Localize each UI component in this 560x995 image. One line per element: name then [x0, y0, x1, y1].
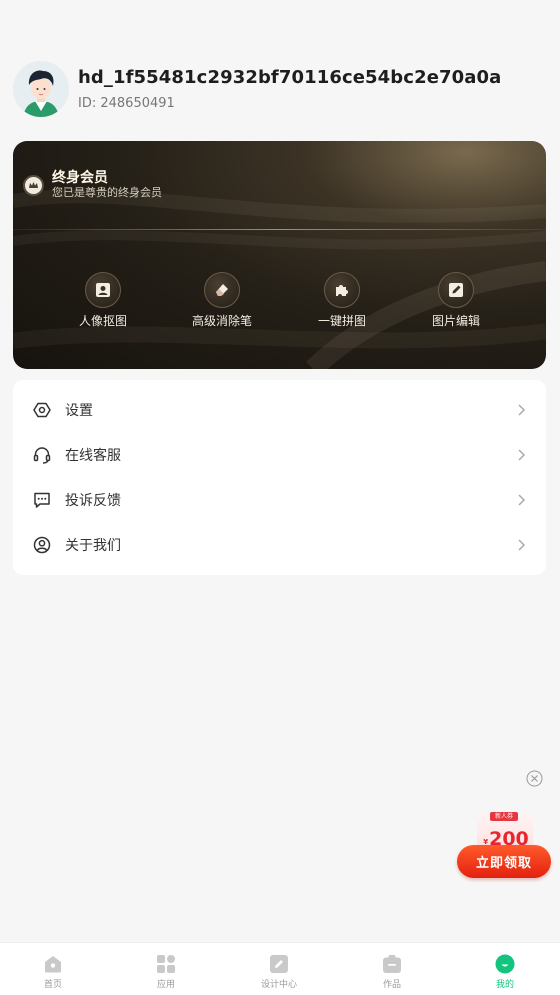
new-user-coupon[interactable]: 新人券 ¥200 立即领取 [457, 811, 551, 879]
vip-header: 终身会员 您已是尊贵的终身会员 [23, 171, 162, 199]
avatar[interactable] [13, 61, 69, 117]
eraser-icon [204, 272, 240, 308]
vip-subtitle: 您已是尊贵的终身会员 [52, 186, 162, 199]
feedback-icon [34, 492, 50, 508]
user-circle-icon [33, 536, 51, 553]
tab-label: 应用 [156, 980, 175, 990]
feature-eraser[interactable]: 高级消除笔 [167, 272, 277, 329]
chevron-right-icon [518, 403, 526, 416]
chevron-right-icon [518, 493, 526, 506]
menu-item-label: 设置 [65, 402, 93, 419]
feature-puzzle[interactable]: 一键拼图 [287, 272, 397, 329]
bottom-tab-bar: 首页 应用 设计中心 作品 我的 [0, 942, 560, 995]
menu-item-label: 投诉反馈 [65, 492, 121, 509]
coupon-tag: 新人券 [490, 812, 518, 821]
claim-coupon-button[interactable]: 立即领取 [457, 845, 551, 878]
portrait-cutout-icon [85, 272, 121, 308]
menu-item-customer-service[interactable]: 在线客服 [13, 432, 546, 477]
feature-label: 高级消除笔 [191, 314, 252, 328]
close-icon[interactable] [526, 770, 543, 787]
vip-card[interactable]: 终身会员 您已是尊贵的终身会员 人像抠图 高级消除笔 一键拼图 图片编辑 [13, 141, 546, 369]
works-icon [383, 955, 401, 973]
tab-label: 设计中心 [260, 980, 297, 990]
puzzle-icon [324, 272, 360, 308]
feature-label: 图片编辑 [431, 314, 480, 328]
user-id: ID: 248650491 [78, 96, 175, 111]
edit-image-icon [438, 272, 474, 308]
tab-design-center[interactable]: 设计中心 [223, 943, 335, 995]
menu-item-about[interactable]: 关于我们 [13, 522, 546, 567]
settings-menu: 设置 在线客服 投诉反馈 关于我们 [13, 380, 546, 575]
vip-crown-icon [23, 174, 44, 196]
home-icon [45, 956, 61, 973]
feature-edit-image[interactable]: 图片编辑 [401, 272, 511, 329]
tab-profile[interactable]: 我的 [449, 943, 560, 995]
tab-apps[interactable]: 应用 [110, 943, 222, 995]
settings-icon [33, 402, 51, 417]
avatar-image [13, 61, 69, 117]
menu-item-settings[interactable]: 设置 [13, 387, 546, 432]
feature-portrait-cutout[interactable]: 人像抠图 [48, 272, 158, 329]
feature-label: 人像抠图 [78, 314, 127, 328]
profile-header[interactable]: hd_1f55481c2932bf70116ce54bc2e70a0a ID: … [13, 61, 501, 117]
design-icon [270, 955, 288, 973]
chevron-right-icon [518, 538, 526, 551]
tab-label: 我的 [495, 980, 514, 990]
menu-item-label: 在线客服 [65, 447, 121, 464]
headset-icon [33, 446, 51, 464]
menu-item-feedback[interactable]: 投诉反馈 [13, 477, 546, 522]
tab-label: 作品 [382, 980, 401, 990]
profile-icon [495, 954, 515, 974]
apps-icon [157, 955, 175, 973]
vip-divider [13, 229, 546, 230]
chevron-right-icon [518, 448, 526, 461]
username: hd_1f55481c2932bf70116ce54bc2e70a0a [78, 67, 502, 88]
menu-item-label: 关于我们 [65, 537, 121, 554]
vip-title: 终身会员 [52, 170, 108, 186]
feature-label: 一键拼图 [317, 314, 366, 328]
tab-home[interactable]: 首页 [0, 943, 109, 995]
tab-works[interactable]: 作品 [336, 943, 448, 995]
tab-label: 首页 [43, 980, 62, 990]
